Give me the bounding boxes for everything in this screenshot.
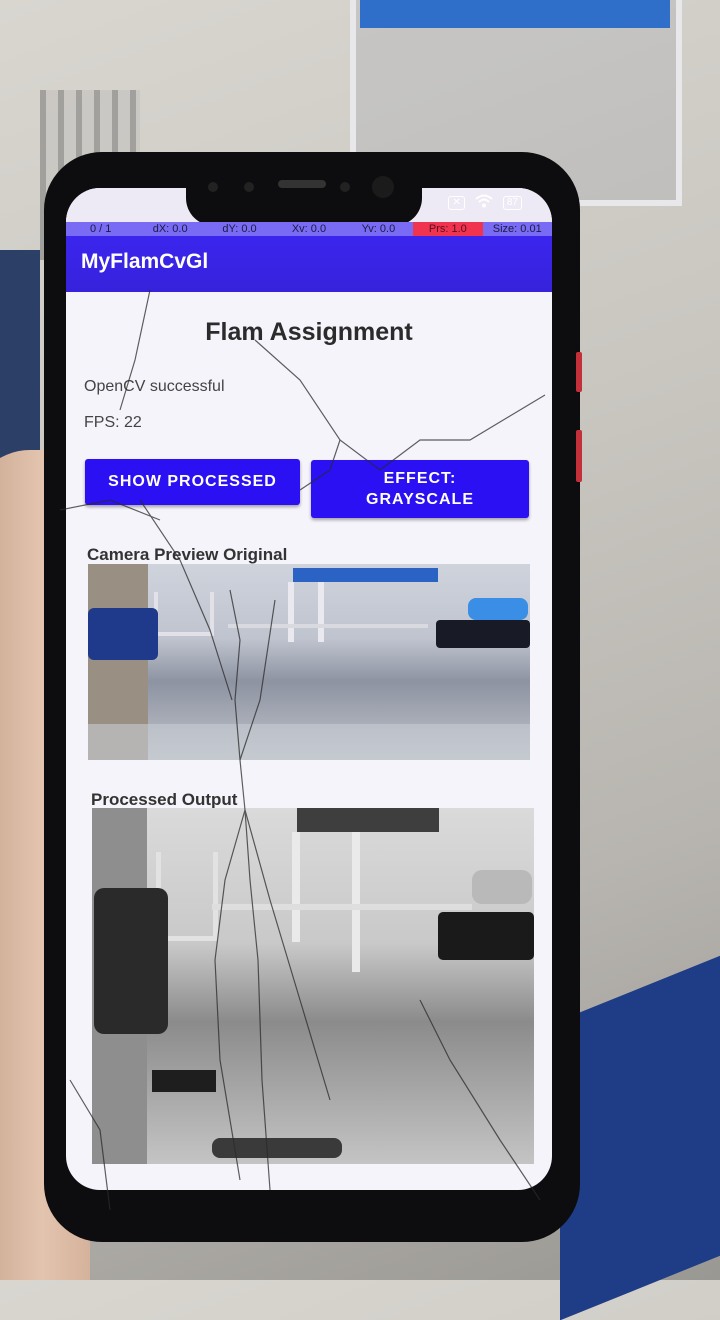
debug-xv: Xv: 0.0 <box>291 223 327 235</box>
proximity-sensor-icon <box>340 182 350 192</box>
phone-screen: ✕ 87 0 / 1 dX: 0.0 dY: 0.0 Xv: 0.0 Yv: 0… <box>66 188 552 1190</box>
background-shelf-top <box>360 0 670 28</box>
app-title: MyFlamCvGl <box>81 250 209 273</box>
front-camera-icon <box>208 182 218 192</box>
sensor-icon <box>244 182 254 192</box>
front-camera-lens-icon <box>372 176 394 198</box>
effect-grayscale-button[interactable]: EFFECT: GRAYSCALE <box>311 460 529 518</box>
debug-dy: dY: 0.0 <box>222 223 257 235</box>
effect-button-line2: GRAYSCALE <box>366 491 474 508</box>
show-processed-button[interactable]: SHOW PROCESSED <box>85 459 300 505</box>
camera-preview-label: Camera Preview Original <box>87 545 288 564</box>
debug-size: Size: 0.01 <box>492 223 542 235</box>
volume-button[interactable] <box>576 352 582 392</box>
pointer-debug-overlay: 0 / 1 dX: 0.0 dY: 0.0 Xv: 0.0 Yv: 0.0 Pr… <box>66 222 552 236</box>
debug-dx: dX: 0.0 <box>152 223 188 235</box>
earpiece-speaker <box>278 180 326 188</box>
status-icons: ✕ 87 <box>448 194 522 211</box>
close-box-icon: ✕ <box>448 195 465 210</box>
page-title: Flam Assignment <box>205 318 413 346</box>
background-sleeve <box>0 250 40 470</box>
background-floor <box>560 939 720 1320</box>
opencv-status-text: OpenCV successful <box>84 378 225 395</box>
power-button[interactable] <box>576 430 582 482</box>
camera-preview-image <box>88 564 530 760</box>
fps-text: FPS: 22 <box>84 414 142 431</box>
effect-button-line1: EFFECT: <box>383 470 457 487</box>
processed-output-image <box>92 808 534 1164</box>
debug-pressure: Prs: 1.0 <box>413 222 483 236</box>
wifi-icon <box>475 194 493 211</box>
battery-icon: 87 <box>502 195 522 210</box>
app-bar: MyFlamCvGl <box>66 236 552 292</box>
debug-pointer: 0 / 1 <box>90 223 112 235</box>
debug-yv: Yv: 0.0 <box>361 223 396 235</box>
processed-output-label: Processed Output <box>91 790 238 809</box>
